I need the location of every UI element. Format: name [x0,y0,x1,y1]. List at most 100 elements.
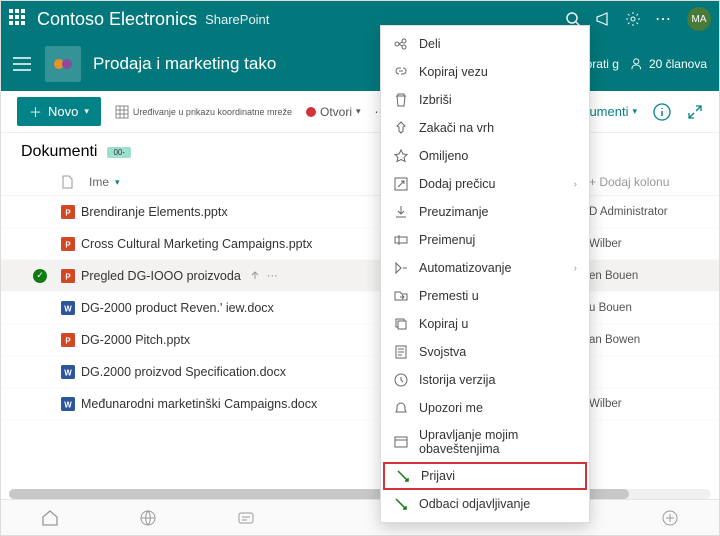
home-icon[interactable] [41,509,59,527]
menu-item-flow[interactable]: Automatizovanje › [381,254,589,282]
menu-item-rename[interactable]: Preimenuj [381,226,589,254]
svg-text:W: W [64,400,72,409]
new-button[interactable]: ＋Novo▾ [17,97,101,126]
open-button[interactable]: Otvori▾ [306,105,361,119]
chevron-right-icon: › [574,179,577,190]
menu-item-label: Automatizovanje [419,261,511,275]
checkin-icon [395,468,411,484]
props-icon [393,344,409,360]
edit-grid-button[interactable]: Uređivanje u prikazu koordinatne mreže [115,105,292,119]
members-count[interactable]: 20 članova [649,57,707,71]
menu-item-link[interactable]: Kopiraj vezu [381,58,589,86]
row-check[interactable]: ✓ [25,269,55,283]
members-icon[interactable] [631,57,645,71]
link-icon [393,64,409,80]
menu-item-label: Izbriši [419,93,452,107]
site-logo[interactable] [45,46,81,82]
info-icon[interactable] [653,103,671,121]
chevron-right-icon: › [574,263,577,274]
pin-icon [393,120,409,136]
menu-item-shortcut[interactable]: Dodaj prečicu› [381,170,589,198]
news-icon[interactable] [237,509,255,527]
menu-item-trash[interactable]: Izbriši [381,86,589,114]
menu-item-label: Deli [419,37,441,51]
globe-icon[interactable] [139,509,157,527]
table-row[interactable]: ✓PPregled DG-IOOO proizvoda ⋯en Bouen [1,260,719,292]
file-type-icon: W [55,365,81,379]
context-menu: Deli Kopiraj vezu Izbriši Zakači na vrh Omil… [380,25,590,523]
menu-item-star[interactable]: Omiljeno [381,142,589,170]
menu-item-label: Premesti u [419,289,479,303]
menu-item-label: Preimenuj [419,233,475,247]
app-label: SharePoint [205,12,269,27]
modified-by: an Bowen [589,334,699,346]
table-row[interactable]: PDG-2000 Pitch.pptxan Bowen [1,324,719,356]
menu-item-label: Odbaci odjavljivanje [419,497,530,511]
svg-text:P: P [65,336,70,345]
menu-item-move[interactable]: Premesti u [381,282,589,310]
menu-item-label: Istorija verzija [419,373,495,387]
svg-text:P: P [65,208,70,217]
history-icon [393,372,409,388]
menu-item-label: Kopiraj vezu [419,65,488,79]
menu-item-manage[interactable]: Upravljanje mojim obaveštenjima [381,422,589,462]
svg-text:W: W [64,368,72,377]
menu-item-label: Omiljeno [419,149,468,163]
modified-by: D Administrator [589,206,699,218]
table-row[interactable]: PBrendiranje Elements.pptxD Administrato… [1,196,719,228]
app-launcher-icon[interactable] [9,9,29,29]
menu-item-checkin[interactable]: Prijavi [383,462,587,490]
menu-item-share[interactable]: Deli [381,30,589,58]
col-type-icon[interactable] [61,175,89,189]
table-row[interactable]: WMeđunarodni marketinški Campaigns.docxW… [1,388,719,420]
more-icon[interactable]: ⋯ [655,9,673,29]
suite-bar: Contoso Electronics SharePoint ⋯ MA [1,1,719,37]
file-type-icon: W [55,301,81,315]
modified-by: en Bouen [589,270,699,282]
modified-by: Wilber [589,398,699,410]
manage-icon [393,434,409,450]
file-type-icon: W [55,397,81,411]
menu-item-copy[interactable]: Kopiraj u [381,310,589,338]
menu-item-history[interactable]: Istorija verzija [381,366,589,394]
row-actions[interactable]: ⋯ [249,269,278,282]
column-headers: Ime▾ lifted by ▾ + Dodaj kolonu [1,171,719,196]
file-list: PBrendiranje Elements.pptxD Administrato… [1,196,719,420]
menu-item-label: Zakači na vrh [419,121,494,135]
menu-item-label: Kopiraj u [419,317,468,331]
menu-item-label: Preuzimanje [419,205,488,219]
trash-icon [393,92,409,108]
menu-item-label: Svojstva [419,345,466,359]
command-bar: ＋Novo▾ Uređivanje u prikazu koordinatne … [1,91,719,133]
svg-text:P: P [65,240,70,249]
download-icon [393,204,409,220]
file-type-icon: P [55,205,81,219]
col-add[interactable]: + Dodaj kolonu [589,175,699,189]
table-row[interactable]: PCross Cultural Marketing Campaigns.pptx… [1,228,719,260]
hamburger-icon[interactable] [13,57,31,71]
discard-icon [393,496,409,512]
site-header: Prodaja i marketing tako ☆ Ne prati g 20… [1,37,719,91]
shortcut-icon [393,176,409,192]
add-icon[interactable] [661,509,679,527]
megaphone-icon[interactable] [595,11,611,27]
scrollbar-horizontal[interactable] [9,489,711,499]
move-icon [393,288,409,304]
expand-icon[interactable] [687,104,703,120]
modified-by: u Bouen [589,302,699,314]
svg-text:W: W [64,304,72,313]
menu-item-props[interactable]: Svojstva [381,338,589,366]
rename-icon [393,232,409,248]
file-type-icon: P [55,237,81,251]
table-row[interactable]: WDG.2000 proizvod Specification.docx [1,356,719,388]
svg-text:P: P [65,272,70,281]
avatar[interactable]: MA [687,7,711,31]
menu-item-alert[interactable]: Upozori me [381,394,589,422]
table-row[interactable]: WDG-2000 product Reven.' iew.docxu Bouen [1,292,719,324]
modified-by: Wilber [589,238,699,250]
menu-item-download[interactable]: Preuzimanje [381,198,589,226]
menu-item-pin[interactable]: Zakači na vrh [381,114,589,142]
settings-icon[interactable] [625,11,641,27]
menu-item-discard[interactable]: Odbaci odjavljivanje [381,490,589,518]
site-title[interactable]: Prodaja i marketing tako [93,54,276,74]
